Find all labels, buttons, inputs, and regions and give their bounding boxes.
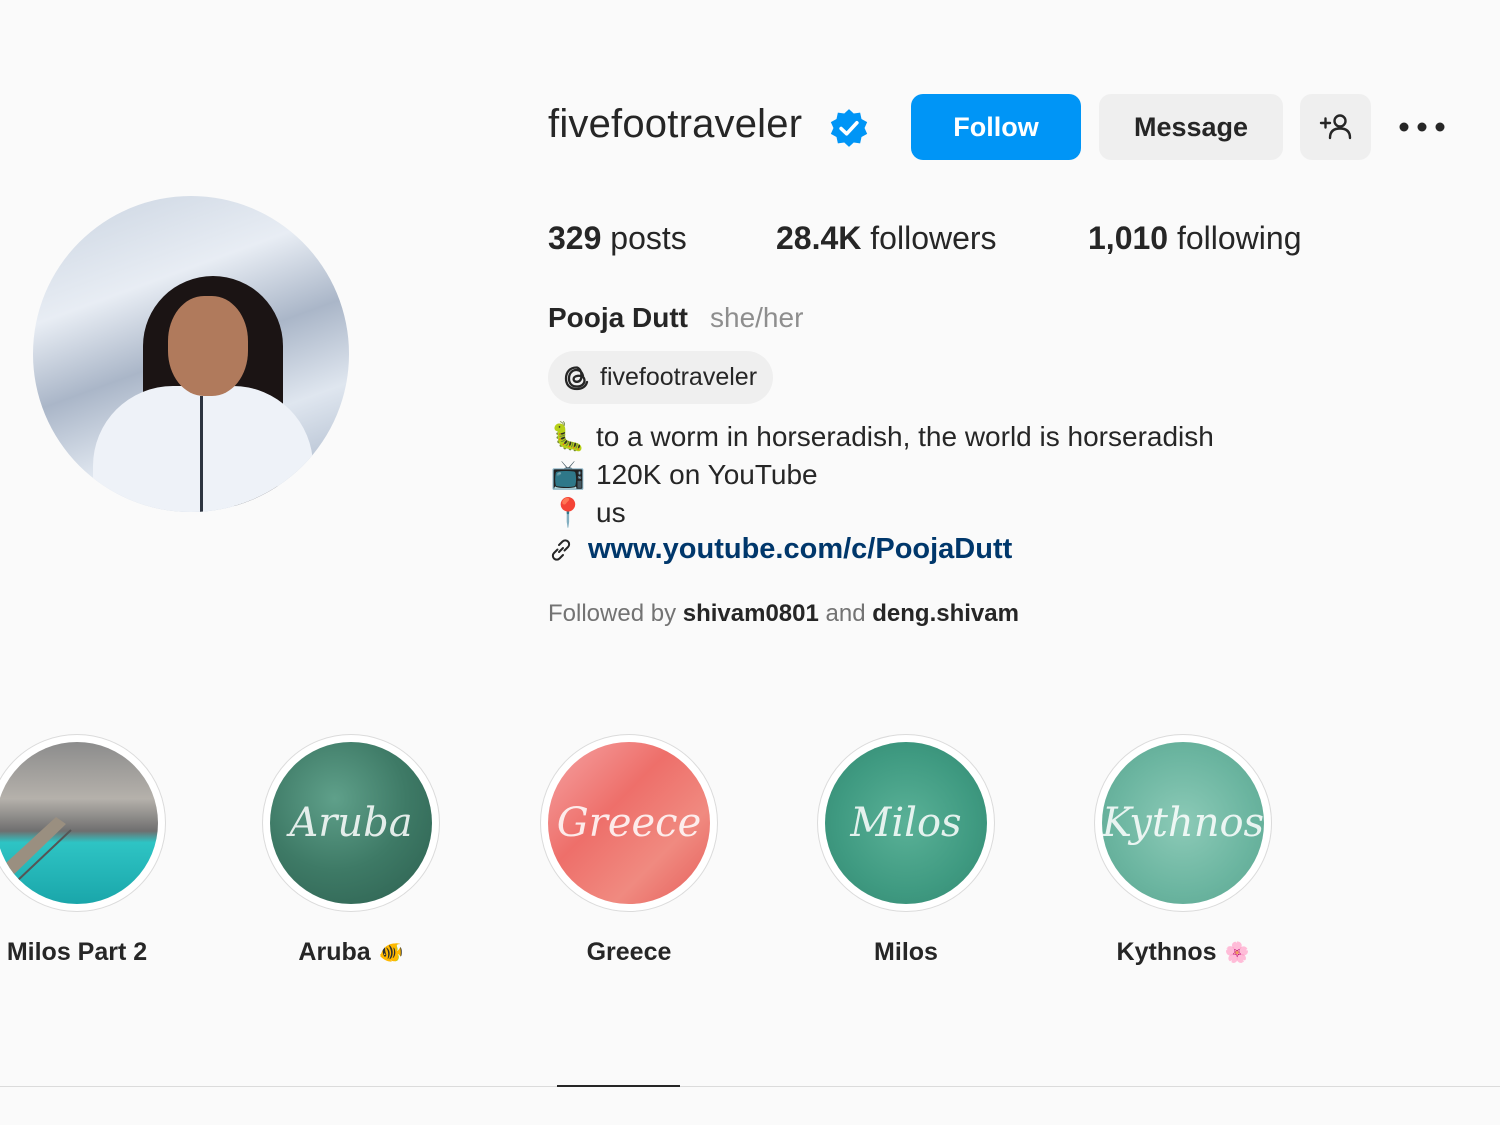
- tv-icon: 📺: [550, 459, 586, 490]
- tab-divider: [0, 1086, 1500, 1087]
- followers-number: 28.4K: [776, 220, 862, 256]
- highlight-cover: [0, 742, 158, 904]
- followed-by-conjunction: and: [825, 600, 866, 627]
- highlight-ring[interactable]: Aruba: [262, 734, 440, 912]
- bio-line-3-text: us: [596, 496, 626, 528]
- highlight-cover-text: Greece: [556, 800, 702, 846]
- avatar-zip: [200, 396, 203, 512]
- highlight-label: Aruba 🐠: [262, 938, 440, 967]
- highlight-ring[interactable]: Kythnos: [1094, 734, 1272, 912]
- highlight-label: Kythnos 🌸: [1094, 938, 1272, 967]
- profile-username: fivefootraveler: [548, 102, 803, 146]
- bio-line-1-text: to a worm in horseradish, the world is h…: [596, 420, 1214, 452]
- followers-link[interactable]: 28.4K followers: [776, 220, 997, 257]
- highlight-ring[interactable]: Greece: [540, 734, 718, 912]
- highlight-cover: Milos: [825, 742, 987, 904]
- add-user-icon: [1319, 114, 1351, 140]
- posts-label: posts: [610, 220, 687, 256]
- suggest-users-button[interactable]: [1300, 94, 1371, 160]
- bio-line-2-text: 120K on YouTube: [596, 458, 818, 490]
- followed-by-prefix: Followed by: [548, 600, 677, 627]
- followed-by-user-1[interactable]: shivam0801: [683, 600, 819, 627]
- avatar-face: [168, 296, 248, 396]
- bio-line-1: 🐛 to a worm in horseradish, the world is…: [548, 420, 1214, 453]
- highlight-cover: Kythnos: [1102, 742, 1264, 904]
- bio-link-url[interactable]: www.youtube.com/c/PoojaDutt: [588, 533, 1012, 566]
- highlight-label-text: Greece: [586, 938, 672, 966]
- highlight-cover: Greece: [548, 742, 710, 904]
- highlight-cover-text: Milos: [850, 800, 962, 846]
- bio-link[interactable]: www.youtube.com/c/PoojaDutt: [548, 533, 1012, 566]
- followed-by-user-2[interactable]: deng.shivam: [872, 600, 1019, 627]
- avatar-jacket: [93, 386, 313, 512]
- highlight-label: Milos: [817, 938, 995, 967]
- posts-count: 329 posts: [548, 220, 687, 257]
- profile-full-name: Pooja Dutt: [548, 302, 688, 333]
- following-label: following: [1176, 220, 1302, 256]
- fish-icon: 🐠: [378, 942, 404, 964]
- highlight-label-text: Aruba: [298, 938, 371, 966]
- highlight-ring[interactable]: [0, 734, 166, 912]
- bio-line-2: 📺 120K on YouTube: [548, 458, 818, 491]
- highlight-cover-text: Kythnos: [1102, 800, 1264, 846]
- highlight-item[interactable]: Milos Part 2: [0, 734, 166, 967]
- profile-pronouns: she/her: [710, 302, 804, 333]
- highlight-cover: Aruba: [270, 742, 432, 904]
- threads-handle: fivefootraveler: [600, 363, 758, 391]
- threads-badge[interactable]: fivefootraveler: [548, 351, 774, 404]
- active-tab-indicator: [557, 1085, 680, 1087]
- more-options-icon[interactable]: [1398, 112, 1446, 142]
- verified-badge-icon: [830, 109, 868, 147]
- followers-label: followers: [870, 220, 997, 256]
- highlight-item[interactable]: Greece Greece: [540, 734, 718, 967]
- dock-image: [0, 817, 72, 883]
- highlight-cover-text: Aruba: [289, 800, 413, 846]
- highlight-label-text: Kythnos: [1116, 938, 1217, 966]
- followed-by[interactable]: Followed by shivam0801 and deng.shivam: [548, 600, 1019, 628]
- highlight-label-text: Milos Part 2: [6, 938, 148, 966]
- threads-icon: [564, 365, 589, 390]
- caterpillar-icon: 🐛: [550, 421, 586, 452]
- profile-avatar[interactable]: [33, 196, 349, 512]
- bio-line-3: 📍 us: [548, 496, 626, 529]
- follow-button[interactable]: Follow: [911, 94, 1081, 160]
- highlight-label: Greece: [540, 938, 718, 967]
- link-icon: [551, 538, 571, 561]
- message-button[interactable]: Message: [1099, 94, 1283, 160]
- highlight-ring[interactable]: Milos: [817, 734, 995, 912]
- highlight-label: Milos Part 2: [0, 938, 166, 967]
- highlight-item[interactable]: Milos Milos: [817, 734, 995, 967]
- highlight-item[interactable]: Kythnos Kythnos 🌸: [1094, 734, 1272, 967]
- highlight-label-text: Milos: [874, 938, 938, 966]
- flower-icon: 🌸: [1224, 942, 1250, 964]
- pin-icon: 📍: [550, 497, 586, 528]
- following-number: 1,010: [1088, 220, 1169, 256]
- posts-number: 329: [548, 220, 602, 256]
- highlight-item[interactable]: Aruba Aruba 🐠: [262, 734, 440, 967]
- following-link[interactable]: 1,010 following: [1088, 220, 1301, 257]
